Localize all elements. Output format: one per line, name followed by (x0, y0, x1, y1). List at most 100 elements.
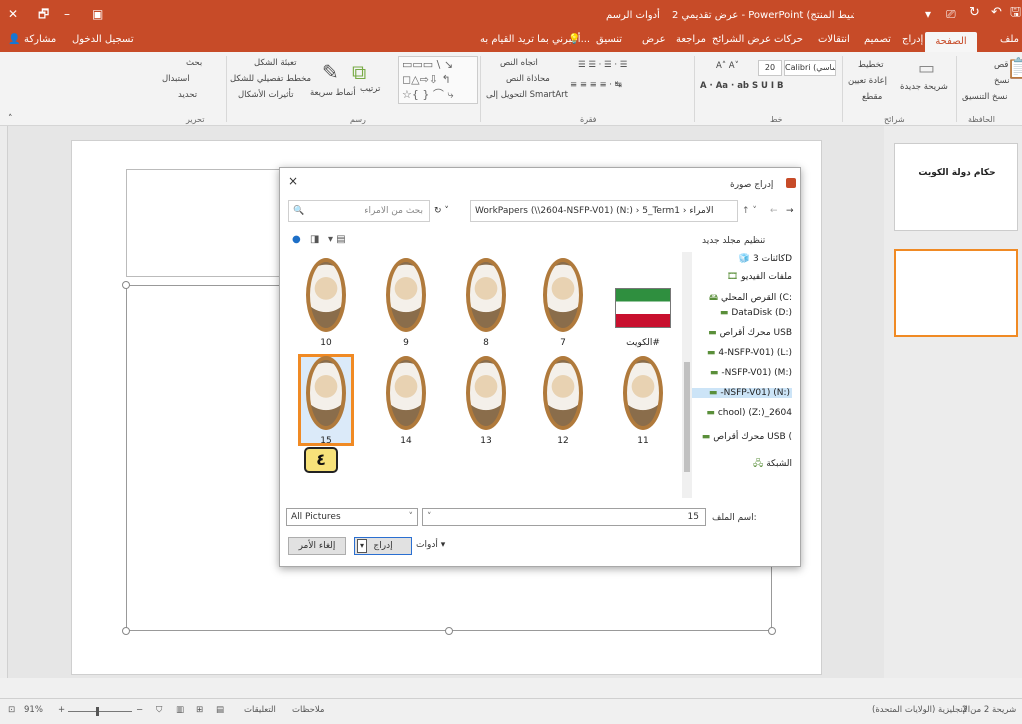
nav-item[interactable]: 🎞 ملفات الفيديو (727, 272, 792, 282)
font-format-icons[interactable]: A · Aa · ab S U I B (700, 81, 784, 91)
view-options-icon[interactable]: ▾ ▤ (328, 234, 346, 245)
portrait-thumbnail[interactable] (466, 356, 506, 430)
insert-button[interactable]: إدراج ▾ (354, 537, 412, 555)
dialog-close-button[interactable]: × (288, 174, 298, 188)
portrait-thumbnail[interactable] (306, 356, 346, 430)
copy-button[interactable]: نسخ (994, 76, 1009, 86)
slide-thumbnail-2[interactable] (894, 249, 1018, 337)
slide-thumbnail-1[interactable]: حكام دولة الكويت (894, 143, 1018, 231)
back-arrow-icon[interactable]: → (786, 206, 794, 216)
refresh-icon[interactable]: ↻ ˅ (434, 206, 449, 216)
reset-button[interactable]: إعادة تعيين (848, 76, 887, 86)
portrait-thumbnail[interactable] (543, 258, 583, 332)
reading-view-icon[interactable]: ▥ (176, 705, 184, 715)
smartart-button[interactable]: التحويل إلى SmartArt (486, 90, 568, 100)
tab-format[interactable]: تنسيق (596, 34, 622, 45)
normal-view-icon[interactable]: ▤ (216, 705, 224, 715)
sign-in-link[interactable]: تسجيل الدخول (72, 34, 134, 45)
tab-slideshow[interactable]: عرض الشرائح (712, 34, 771, 45)
font-size-field[interactable]: 20 (758, 60, 782, 76)
tab-file[interactable]: ملف (1000, 34, 1019, 45)
portrait-thumbnail[interactable] (386, 258, 426, 332)
section-button[interactable]: مقطع (862, 92, 882, 102)
collapse-ribbon-icon[interactable]: ˄ (8, 114, 13, 124)
preview-pane-icon[interactable]: ◨ (310, 234, 319, 245)
replace-button[interactable]: استبدال (162, 74, 190, 84)
nav-item[interactable]: ▬ 4-NSFP-V01) (L:) (707, 348, 792, 358)
font-name-field[interactable]: Calibri (أساسي) (784, 60, 836, 76)
portrait-thumbnail[interactable] (543, 356, 583, 430)
ribbon-display-icon[interactable]: ▣ (92, 7, 103, 21)
nav-item[interactable]: ▬ محرك أقراص USB ( (702, 432, 792, 442)
resize-handle[interactable] (122, 627, 130, 635)
shape-outline-button[interactable]: مخطط تفصيلي للشكل (230, 74, 311, 84)
organize-button[interactable]: تنظيم (744, 236, 765, 246)
restore-icon[interactable]: 🗗 (38, 7, 49, 21)
shape-effects-button[interactable]: تأثيرات الأشكال (238, 90, 293, 100)
fit-slide-icon[interactable]: ⊡ (8, 705, 15, 715)
arrange-icon[interactable]: ⧉ (352, 60, 366, 84)
sorter-view-icon[interactable]: ⊞ (196, 705, 203, 715)
new-slide-icon[interactable]: ▭ (918, 58, 935, 79)
cancel-button[interactable]: إلغاء الأمر (288, 537, 346, 555)
file-scrollbar[interactable] (682, 252, 692, 498)
share-icon[interactable]: 👤 (8, 34, 20, 45)
nav-item[interactable]: ▬ DataDisk (D:) (720, 308, 792, 318)
vertical-scrollbar-left[interactable] (0, 126, 8, 678)
nav-item[interactable]: ▬ -NSFP-V01) (M:) (710, 368, 792, 378)
cut-button[interactable]: قص (994, 60, 1008, 70)
tab-review[interactable]: مراجعة (676, 34, 706, 45)
dropdown-icon[interactable]: ▾ (925, 7, 931, 21)
chevron-down-icon[interactable]: ˅ (427, 509, 432, 525)
zoom-slider[interactable] (68, 711, 132, 712)
filetype-select[interactable]: All Pictures ˅ (286, 508, 418, 526)
title-placeholder[interactable] (126, 169, 301, 277)
portrait-thumbnail[interactable] (623, 356, 663, 430)
quick-styles-icon[interactable]: ✎ (322, 60, 339, 84)
zoom-level[interactable]: 91% (24, 705, 43, 715)
portrait-thumbnail[interactable] (306, 258, 346, 332)
notes-button[interactable]: ملاحظات (292, 705, 324, 715)
new-folder-button[interactable]: مجلد جديد (702, 236, 741, 246)
help-icon[interactable]: ● (292, 234, 301, 245)
undo-icon[interactable]: ↶ (991, 6, 1002, 20)
tab-insert[interactable]: إدراج (902, 34, 923, 45)
tab-home[interactable]: الصفحة الرئيسية (925, 32, 977, 67)
nav-item[interactable]: ▬ محرك أقراص USB (708, 328, 792, 338)
layout-button[interactable]: تخطيط (858, 60, 883, 70)
scrollbar-thumb[interactable] (684, 362, 690, 472)
search-box[interactable]: 🔍 بحث من الامراء (288, 200, 430, 222)
comments-button[interactable]: التعليقات (244, 705, 276, 715)
align-text-button[interactable]: محاذاة النص (506, 74, 550, 84)
arrange-button[interactable]: ترتيب (360, 84, 380, 94)
text-direction-button[interactable]: اتجاه النص (500, 58, 538, 68)
zoom-slider-thumb[interactable] (96, 707, 99, 716)
align-icons[interactable]: ≡ ≡ ≡ ≡ · ↹ (570, 80, 622, 90)
portrait-thumbnail[interactable] (466, 258, 506, 332)
tab-animations[interactable]: حركات (774, 34, 803, 45)
insert-dropdown-icon[interactable]: ▾ (357, 539, 367, 553)
portrait-thumbnail[interactable] (386, 356, 426, 430)
nav-item[interactable]: 🖴 القرص المحلي (C: (709, 290, 792, 306)
select-button[interactable]: تحديد (178, 90, 197, 100)
zoom-out-icon[interactable]: + (58, 705, 65, 715)
nav-item[interactable]: ▬ -NSFP-V01) (N:) (692, 388, 792, 398)
resize-handle[interactable] (768, 627, 776, 635)
filename-field[interactable]: 15 ˅ (422, 508, 706, 526)
new-slide-button[interactable]: شريحة جديدة (900, 82, 948, 92)
chevron-down-icon[interactable]: ˅ (409, 509, 414, 525)
present-icon[interactable]: ⎚ (946, 7, 956, 21)
tab-transitions[interactable]: انتقالات (818, 34, 850, 45)
zoom-in-icon[interactable]: − (136, 705, 143, 715)
format-painter-button[interactable]: نسخ التنسيق (962, 92, 1007, 102)
resize-handle[interactable] (445, 627, 453, 635)
forward-arrow-icon[interactable]: ← (770, 206, 778, 216)
resize-handle[interactable] (122, 281, 130, 289)
nav-item[interactable]: 🧊 كائنات 3D (739, 254, 792, 264)
save-icon[interactable]: 🖫 (1010, 6, 1021, 20)
nav-item[interactable]: ▬ chool) (Z:)_2604 (706, 408, 792, 418)
tools-button[interactable]: أدوات ▾ (416, 540, 445, 550)
tab-view[interactable]: عرض (642, 34, 666, 45)
list-icons[interactable]: ☰ ☰ · ☰ · ☰ (578, 60, 627, 70)
quick-styles-button[interactable]: أنماط سريعة (310, 88, 356, 98)
